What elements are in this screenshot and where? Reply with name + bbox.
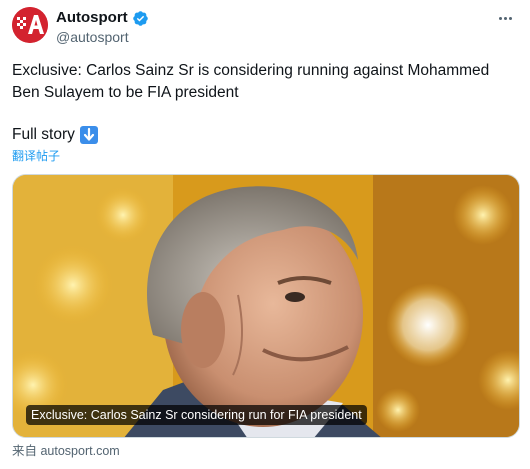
card-caption: Exclusive: Carlos Sainz Sr considering r…: [26, 405, 367, 425]
card-image: [13, 175, 519, 437]
more-options-icon[interactable]: [494, 9, 516, 27]
card-source[interactable]: 来自 autosport.com: [12, 443, 120, 459]
tweet-text: Exclusive: Carlos Sainz Sr is considerin…: [12, 62, 490, 101]
avatar[interactable]: [12, 7, 48, 43]
full-story-line: Full story: [12, 124, 98, 146]
link-card[interactable]: Exclusive: Carlos Sainz Sr considering r…: [12, 174, 520, 438]
account-name[interactable]: Autosport: [56, 9, 128, 27]
full-story-label: Full story: [12, 126, 75, 143]
autosport-logo-icon: [12, 7, 48, 43]
account-handle[interactable]: @autosport: [56, 28, 129, 46]
verified-badge-icon: [132, 10, 148, 26]
translate-post-link[interactable]: 翻译帖子: [12, 148, 60, 164]
down-arrow-icon: [79, 126, 98, 144]
